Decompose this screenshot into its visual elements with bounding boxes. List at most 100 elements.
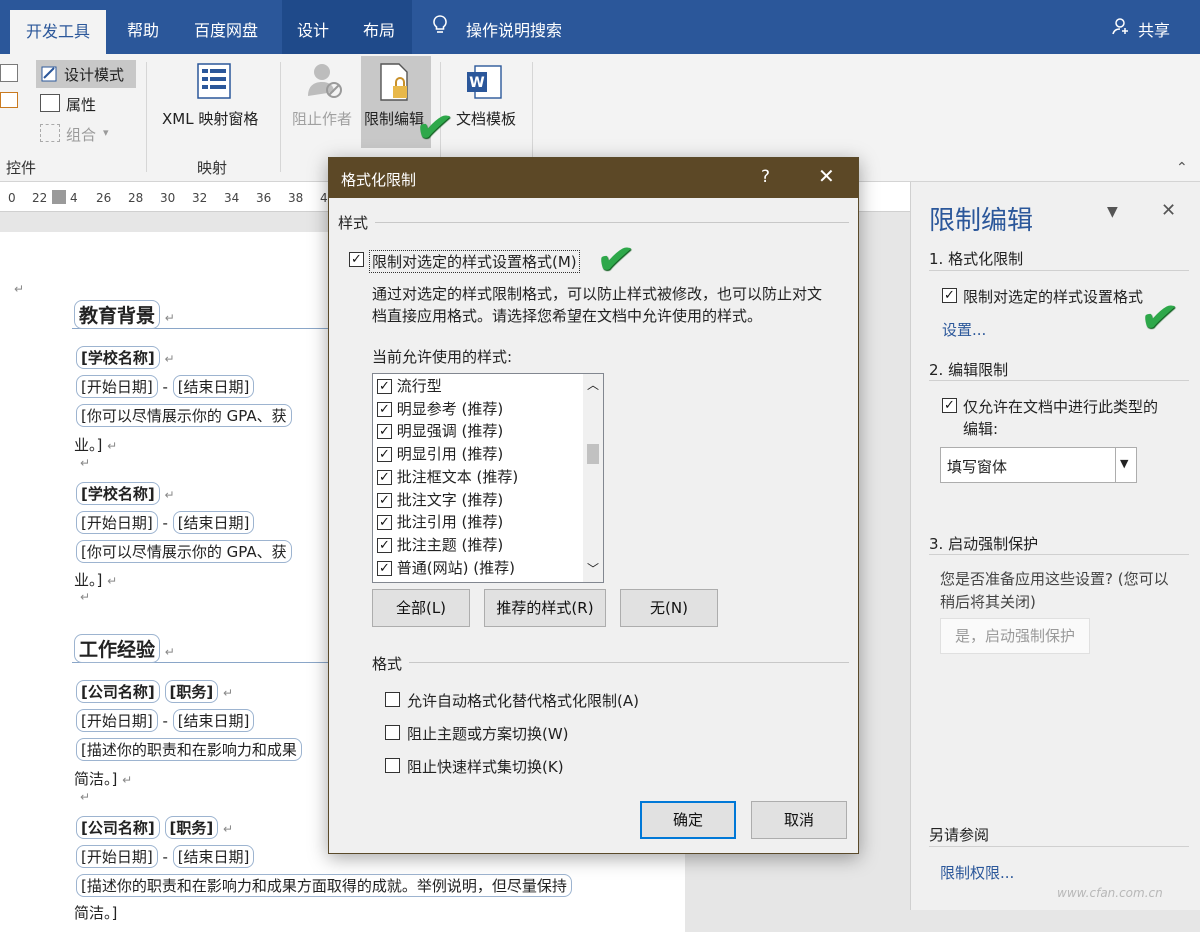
education-heading[interactable]: 教育背景 <box>74 300 161 329</box>
recommended-styles-button[interactable]: 推荐的样式(R) <box>484 589 606 627</box>
description-field[interactable]: [描述你的职责和在影响力和成果方面取得的成就。举例说明，但尽量保持 <box>76 874 572 897</box>
autoformat-override-checkbox[interactable] <box>385 692 400 707</box>
style-checkbox[interactable]: ✓ <box>377 402 392 417</box>
block-quick-style-label[interactable]: 阻止快速样式集切换(K) <box>407 756 564 777</box>
document-template-button[interactable]: 文档模板 <box>456 108 516 129</box>
share-button[interactable]: 共享 <box>1134 12 1174 54</box>
tab-help[interactable]: 帮助 <box>118 12 168 54</box>
chevron-down-icon: ▾ <box>103 126 109 139</box>
scroll-down-icon[interactable]: ﹀ <box>587 560 599 577</box>
date-dash: - <box>162 848 168 866</box>
style-checkbox[interactable]: ✓ <box>377 561 392 576</box>
allow-edit-type-checkbox[interactable]: ✓ <box>942 398 957 413</box>
autoformat-override-label[interactable]: 允许自动格式化替代格式化限制(A) <box>407 690 639 711</box>
list-item[interactable]: ✓ 明显引用 (推荐) <box>377 443 503 465</box>
section-divider <box>929 380 1189 381</box>
close-icon[interactable]: ✕ <box>1161 200 1176 221</box>
end-date-field[interactable]: [结束日期] <box>172 375 255 398</box>
style-checkbox[interactable]: ✓ <box>377 447 392 462</box>
cancel-button[interactable]: 取消 <box>751 801 847 839</box>
collapse-ribbon-icon[interactable]: ⌃ <box>1176 160 1188 176</box>
tab-layout[interactable]: 布局 <box>352 12 406 54</box>
list-item[interactable]: ✓ 批注框文本 (推荐) <box>377 466 518 488</box>
list-item[interactable]: ✓ 批注引用 (推荐) <box>377 511 503 533</box>
word-template-icon: W <box>465 62 505 102</box>
list-item[interactable]: ✓ 批注主题 (推荐) <box>377 534 503 556</box>
block-quick-style-checkbox[interactable] <box>385 758 400 773</box>
start-date-field[interactable]: [开始日期] <box>76 375 158 398</box>
limit-formatting-checkbox[interactable]: ✓ <box>942 288 957 303</box>
tell-me-search[interactable]: 操作说明搜索 <box>462 12 566 54</box>
scrollbar-thumb[interactable] <box>587 444 599 464</box>
style-name: 明显引用 (推荐) <box>396 445 504 463</box>
style-checkbox[interactable]: ✓ <box>377 379 392 394</box>
settings-link[interactable]: 设置... <box>942 319 986 340</box>
tab-baidu-netdisk[interactable]: 百度网盘 <box>184 12 268 54</box>
company-name-field[interactable]: [公司名称] <box>76 816 160 839</box>
limit-formatting-label[interactable]: 限制对选定的样式设置格式(M) <box>369 250 580 273</box>
ok-button[interactable]: 确定 <box>640 801 736 839</box>
style-checkbox[interactable]: ✓ <box>377 515 392 530</box>
allow-edit-type-label[interactable]: 仅允许在文档中进行此类型的 <box>963 396 1158 417</box>
description-field[interactable]: [你可以尽情展示你的 GPA、获 <box>76 540 292 563</box>
tab-developer[interactable]: 开发工具 <box>10 10 106 54</box>
start-date-field[interactable]: [开始日期] <box>76 709 158 732</box>
list-item[interactable]: ✓ 明显强调 (推荐) <box>377 420 503 442</box>
block-theme-switch-checkbox[interactable] <box>385 725 400 740</box>
style-name: 批注框文本 (推荐) <box>396 468 519 486</box>
list-scrollbar[interactable]: ︿ ﹀ <box>583 374 603 582</box>
block-authors-button[interactable]: 阻止作者 <box>292 108 352 129</box>
select-none-button[interactable]: 无(N) <box>620 589 718 627</box>
tab-design[interactable]: 设计 <box>288 12 338 54</box>
list-item[interactable]: ✓ 批注文字 (推荐) <box>377 489 503 511</box>
styles-listbox[interactable]: ✓ 流行型 ✓ 明显参考 (推荐) ✓ 明显强调 (推荐) ✓ 明显引用 (推荐… <box>372 373 604 583</box>
limit-formatting-label[interactable]: 限制对选定的样式设置格式 <box>963 286 1143 307</box>
description-field[interactable]: [你可以尽情展示你的 GPA、获 <box>76 404 292 427</box>
dialog-title: 格式化限制 <box>341 171 417 189</box>
position-field[interactable]: [职务] <box>164 680 219 703</box>
end-date-field[interactable]: [结束日期] <box>172 709 255 732</box>
style-checkbox[interactable]: ✓ <box>377 424 392 439</box>
control-icon[interactable] <box>0 92 18 108</box>
work-experience-heading[interactable]: 工作经验 <box>74 634 161 663</box>
limit-formatting-checkbox[interactable]: ✓ <box>349 252 364 267</box>
position-field[interactable]: [职务] <box>164 816 219 839</box>
edit-type-dropdown[interactable]: 填写窗体 ▼ <box>940 447 1137 483</box>
description-field[interactable]: [描述你的职责和在影响力和成果 <box>76 738 302 761</box>
design-mode-button[interactable]: 设计模式 <box>36 60 136 88</box>
style-checkbox[interactable]: ✓ <box>377 493 392 508</box>
block-theme-switch-label[interactable]: 阻止主题或方案切换(W) <box>407 723 569 744</box>
select-all-button[interactable]: 全部(L) <box>372 589 470 627</box>
control-icon[interactable] <box>0 64 18 82</box>
help-button[interactable]: ? <box>761 167 770 187</box>
scroll-up-icon[interactable]: ︿ <box>587 376 599 393</box>
properties-button[interactable]: 属性 <box>66 94 96 115</box>
start-enforcement-button[interactable]: 是，启动强制保护 <box>940 618 1090 654</box>
list-item[interactable]: ✓ 流行型 <box>377 375 442 397</box>
school-name-field[interactable]: [学校名称] <box>76 482 160 505</box>
start-date-field[interactable]: [开始日期] <box>76 511 158 534</box>
xml-mapping-pane-button[interactable]: XML 映射窗格 <box>162 108 258 129</box>
start-date-field[interactable]: [开始日期] <box>76 845 158 868</box>
checkmark-annotation-icon: ✔ <box>1136 287 1183 347</box>
group-button[interactable]: 组合 <box>66 124 96 145</box>
lightbulb-icon <box>428 12 452 54</box>
close-icon[interactable]: ✕ <box>818 164 835 188</box>
end-date-field[interactable]: [结束日期] <box>172 511 255 534</box>
chevron-down-icon[interactable]: ▼ <box>1120 457 1128 470</box>
ruler-tick: 38 <box>288 191 304 205</box>
pane-options-icon[interactable]: ▼ <box>1107 204 1118 220</box>
paragraph-mark: ↵ <box>80 590 91 604</box>
list-item[interactable]: ✓ 普通(网站) (推荐) <box>377 557 515 579</box>
list-item[interactable]: ✓ 明显参考 (推荐) <box>377 398 503 420</box>
company-name-field[interactable]: [公司名称] <box>76 680 160 703</box>
section-divider <box>929 554 1189 555</box>
edit-type-value: 填写窗体 <box>947 458 1008 476</box>
indent-marker[interactable] <box>52 190 66 204</box>
school-name-field[interactable]: [学校名称] <box>76 346 160 369</box>
restrict-permission-link[interactable]: 限制权限... <box>940 862 1014 883</box>
style-checkbox[interactable]: ✓ <box>377 470 392 485</box>
checkmark-annotation-icon: ✔ <box>411 97 458 157</box>
end-date-field[interactable]: [结束日期] <box>172 845 255 868</box>
style-checkbox[interactable]: ✓ <box>377 538 392 553</box>
